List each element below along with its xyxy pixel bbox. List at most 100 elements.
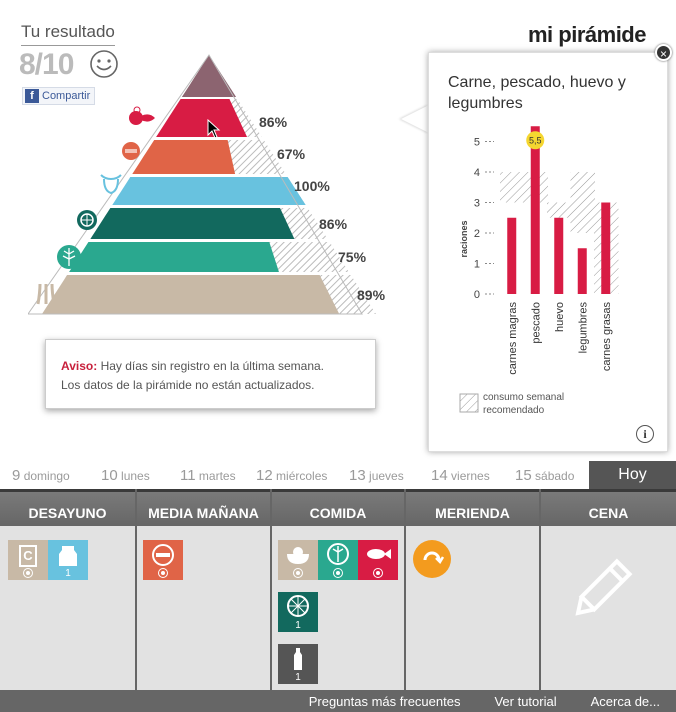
pct-agua: 100% [294, 178, 330, 194]
result-title: Tu resultado [21, 22, 115, 46]
pyramid-band-cereales [42, 275, 340, 314]
bar-carnes-grasas [601, 202, 611, 294]
pyramid-band-top [181, 55, 237, 97]
about-link[interactable]: Acerca de... [591, 694, 660, 709]
loading-icon [413, 540, 451, 578]
mouse-cursor-icon [207, 119, 221, 139]
day-domingo[interactable]: 9 domingo [12, 467, 70, 484]
food-tile-egg[interactable] [143, 540, 183, 580]
portion-radio [373, 568, 383, 578]
meat-fish-icon [125, 104, 159, 132]
day-today[interactable]: Hoy [589, 461, 676, 489]
leaf-icon [327, 543, 349, 565]
y-tick-1: 1 [474, 259, 480, 271]
rations-chart: raciones 0 1 2 3 4 5 carnes magras pescado huev… [459, 126, 619, 413]
bar-pescado [530, 126, 540, 294]
food-tile-fish[interactable] [358, 540, 398, 580]
water-bottle-icon [294, 648, 302, 670]
bar-legumbres [577, 248, 587, 294]
bar-huevo [554, 217, 564, 294]
rice-bowl-icon [287, 547, 309, 564]
pyramid-band-frutas [90, 208, 295, 239]
warning-label: Aviso: [61, 359, 98, 373]
y-tick-3: 3 [474, 198, 480, 210]
highlight-value: 5,5 [529, 135, 542, 145]
meal-header-comida[interactable]: COMIDA [272, 489, 404, 526]
y-tick-2: 2 [474, 228, 480, 240]
cow-icon [97, 171, 125, 195]
egg-icon [152, 544, 174, 566]
day-sabado[interactable]: 15 sábado [515, 467, 574, 484]
meal-header-cena[interactable]: CENA [541, 489, 676, 526]
y-tick-4: 4 [474, 167, 480, 179]
meals-panel: DESAYUNO MEDIA MAÑANA COMIDA MERIENDA CE… [0, 489, 676, 712]
day-viernes[interactable]: 14 viernes [431, 467, 490, 484]
food-tile-citrus[interactable]: 1 [278, 592, 318, 632]
popup-title: Carne, pescado, huevo y legumbres [448, 74, 626, 112]
food-tile-water[interactable]: 1 [278, 644, 318, 684]
milk-carton-icon [59, 546, 77, 566]
citrus-icon [287, 595, 309, 617]
portion-radio [158, 568, 168, 578]
pyramid-band-verduras [69, 242, 279, 272]
fruit-icon [76, 209, 98, 231]
pct-cereales: 89% [357, 287, 386, 303]
x-label-carnes-magras: carnes magras [507, 302, 519, 375]
meal-header-media-manana[interactable]: MEDIA MAÑANA [137, 489, 270, 526]
day-jueves[interactable]: 13 jueves [349, 467, 404, 484]
y-tick-0: 0 [474, 289, 480, 301]
food-tile-vegetables[interactable] [318, 540, 358, 580]
warning-line1: Hay días sin registro en la última seman… [97, 359, 325, 373]
pyramid-band-lacteos [132, 140, 236, 174]
meal-header-desayuno[interactable]: DESAYUNO [0, 489, 135, 526]
x-label-legumbres: legumbres [577, 302, 589, 354]
pct-frutas: 86% [319, 216, 348, 232]
portion-qty: 1 [65, 568, 71, 579]
pct-carnes: 86% [259, 114, 288, 130]
fish-icon [367, 549, 391, 559]
bar-carnes-magras [507, 217, 517, 294]
legend-swatch [459, 393, 479, 413]
pyramid-band-agua-lacteos [112, 177, 306, 205]
footer-bar: Preguntas más frecuentes Ver tutorial Ac… [0, 690, 676, 712]
pct-verduras: 75% [338, 249, 367, 265]
day-martes[interactable]: 11 martes [180, 467, 236, 484]
chart-ylabel: raciones [459, 220, 469, 257]
food-tile-rice[interactable] [278, 540, 318, 580]
edit-pencil-icon[interactable] [570, 547, 644, 621]
app-logo[interactable]: mi pirámide [528, 22, 646, 48]
portion-qty: 1 [295, 672, 301, 683]
food-pyramid[interactable] [28, 52, 398, 322]
meal-header-merienda[interactable]: MERIENDA [406, 489, 539, 526]
pct-lacteos: 67% [277, 146, 306, 162]
logo-text: mi pirámide [528, 22, 646, 47]
portion-qty: 1 [295, 620, 301, 631]
food-tile-cereal[interactable]: C [8, 540, 48, 580]
day-lunes[interactable]: 10 lunes [101, 467, 150, 484]
cereal-box-icon: C [19, 545, 37, 567]
close-icon[interactable]: × [655, 44, 672, 61]
recommended-range-2 [547, 202, 572, 218]
portion-radio [293, 568, 303, 578]
y-tick-5: 5 [474, 137, 480, 149]
vegetable-icon [56, 244, 82, 270]
popup-pointer [401, 105, 429, 133]
wheat-icon [32, 280, 60, 306]
warning-box: Aviso: Hay días sin registro en la últim… [45, 339, 376, 409]
portion-radio [333, 568, 343, 578]
x-label-carnes-grasas: carnes grasas [601, 302, 613, 372]
food-tile-milk[interactable]: 1 [48, 540, 88, 580]
recommended-range-3 [570, 172, 595, 233]
x-label-huevo: huevo [554, 302, 566, 332]
day-selector: 9 domingo 10 lunes 11 martes 12 miércole… [0, 461, 676, 489]
x-label-pescado: pescado [530, 302, 542, 344]
recommended-range-0 [500, 172, 525, 203]
info-icon[interactable]: i [636, 425, 654, 443]
tutorial-link[interactable]: Ver tutorial [494, 694, 556, 709]
egg-icon [120, 140, 142, 162]
warning-line2: Los datos de la pirámide no están actual… [61, 378, 315, 392]
faq-link[interactable]: Preguntas más frecuentes [309, 694, 461, 709]
day-miercoles[interactable]: 12 miércoles [256, 467, 327, 484]
legend-label: consumo semanal recomendado [483, 392, 565, 416]
portion-radio [23, 568, 33, 578]
